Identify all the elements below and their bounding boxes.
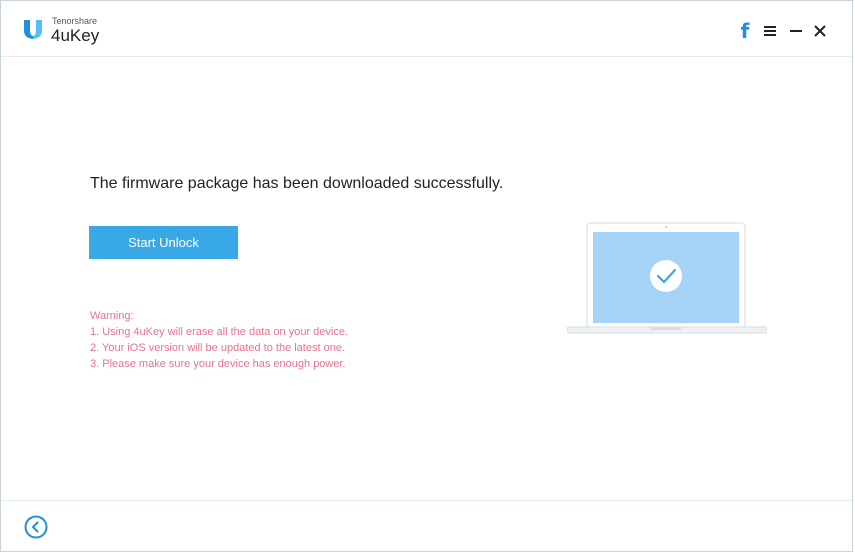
minimize-icon[interactable]	[789, 21, 803, 41]
logo-icon	[24, 20, 42, 39]
status-message: The firmware package has been downloaded…	[90, 175, 504, 192]
warning-block: Warning: 1. Using 4uKey will erase all t…	[90, 308, 348, 372]
facebook-icon[interactable]: f	[737, 19, 753, 43]
warning-title: Warning:	[90, 310, 134, 322]
laptop-check-illustration	[567, 222, 767, 334]
menu-icon[interactable]	[763, 21, 777, 41]
start-unlock-button[interactable]: Start Unlock	[89, 226, 238, 259]
title-bar: Tenorshare 4uKey f	[1, 1, 852, 57]
back-arrow-icon[interactable]	[24, 515, 48, 539]
brand-company: Tenorshare	[52, 16, 98, 26]
footer-divider	[1, 500, 852, 501]
warning-line: 1. Using 4uKey will erase all the data o…	[90, 326, 349, 338]
brand-product: 4uKey	[51, 26, 100, 45]
warning-line: 2. Your iOS version will be updated to t…	[90, 342, 345, 354]
app-window: Tenorshare 4uKey f The firmware package …	[0, 0, 853, 552]
warning-line: 3. Please make sure your device has enou…	[90, 358, 346, 370]
close-icon[interactable]	[813, 21, 827, 41]
